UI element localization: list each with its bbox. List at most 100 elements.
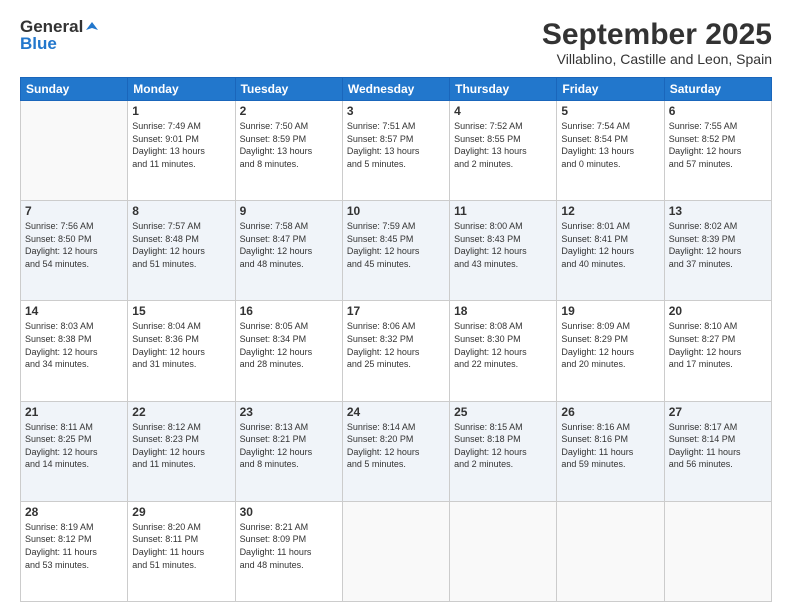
header: General Blue September 2025 Villablino, … — [20, 18, 772, 67]
calendar-cell: 7 Sunrise: 7:56 AM Sunset: 8:50 PM Daylig… — [21, 201, 128, 301]
weekday-header-friday: Friday — [557, 78, 664, 101]
day-number: 27 — [669, 405, 767, 419]
day-info: Sunrise: 7:51 AM Sunset: 8:57 PM Dayligh… — [347, 120, 445, 170]
day-info: Sunrise: 7:52 AM Sunset: 8:55 PM Dayligh… — [454, 120, 552, 170]
day-number: 24 — [347, 405, 445, 419]
day-info: Sunrise: 8:01 AM Sunset: 8:41 PM Dayligh… — [561, 220, 659, 270]
day-number: 23 — [240, 405, 338, 419]
calendar-cell: 20 Sunrise: 8:10 AM Sunset: 8:27 PM Dayli… — [664, 301, 771, 401]
calendar-cell: 18 Sunrise: 8:08 AM Sunset: 8:30 PM Dayli… — [450, 301, 557, 401]
day-info: Sunrise: 7:55 AM Sunset: 8:52 PM Dayligh… — [669, 120, 767, 170]
day-number: 8 — [132, 204, 230, 218]
calendar-cell — [21, 101, 128, 201]
day-number: 16 — [240, 304, 338, 318]
calendar-cell: 5 Sunrise: 7:54 AM Sunset: 8:54 PM Daylig… — [557, 101, 664, 201]
calendar-cell: 15 Sunrise: 8:04 AM Sunset: 8:36 PM Dayli… — [128, 301, 235, 401]
calendar-cell: 3 Sunrise: 7:51 AM Sunset: 8:57 PM Daylig… — [342, 101, 449, 201]
calendar-cell: 9 Sunrise: 7:58 AM Sunset: 8:47 PM Daylig… — [235, 201, 342, 301]
calendar-cell: 29 Sunrise: 8:20 AM Sunset: 8:11 PM Dayli… — [128, 501, 235, 601]
logo: General Blue — [20, 18, 99, 53]
calendar-cell — [342, 501, 449, 601]
calendar-cell: 30 Sunrise: 8:21 AM Sunset: 8:09 PM Dayli… — [235, 501, 342, 601]
weekday-header-sunday: Sunday — [21, 78, 128, 101]
day-info: Sunrise: 7:49 AM Sunset: 9:01 PM Dayligh… — [132, 120, 230, 170]
day-info: Sunrise: 8:13 AM Sunset: 8:21 PM Dayligh… — [240, 421, 338, 471]
calendar-cell: 27 Sunrise: 8:17 AM Sunset: 8:14 PM Dayli… — [664, 401, 771, 501]
day-number: 7 — [25, 204, 123, 218]
weekday-header-tuesday: Tuesday — [235, 78, 342, 101]
calendar-cell: 21 Sunrise: 8:11 AM Sunset: 8:25 PM Dayli… — [21, 401, 128, 501]
day-info: Sunrise: 7:58 AM Sunset: 8:47 PM Dayligh… — [240, 220, 338, 270]
day-number: 20 — [669, 304, 767, 318]
weekday-header-thursday: Thursday — [450, 78, 557, 101]
weekday-header-monday: Monday — [128, 78, 235, 101]
day-number: 19 — [561, 304, 659, 318]
day-info: Sunrise: 8:16 AM Sunset: 8:16 PM Dayligh… — [561, 421, 659, 471]
day-info: Sunrise: 7:50 AM Sunset: 8:59 PM Dayligh… — [240, 120, 338, 170]
day-info: Sunrise: 8:02 AM Sunset: 8:39 PM Dayligh… — [669, 220, 767, 270]
calendar-cell: 2 Sunrise: 7:50 AM Sunset: 8:59 PM Daylig… — [235, 101, 342, 201]
day-info: Sunrise: 7:56 AM Sunset: 8:50 PM Dayligh… — [25, 220, 123, 270]
calendar-cell: 6 Sunrise: 7:55 AM Sunset: 8:52 PM Daylig… — [664, 101, 771, 201]
weekday-header-saturday: Saturday — [664, 78, 771, 101]
calendar-cell: 12Sunrise: 8:01 AM Sunset: 8:41 PM Dayli… — [557, 201, 664, 301]
calendar-cell: 14 Sunrise: 8:03 AM Sunset: 8:38 PM Dayli… — [21, 301, 128, 401]
day-number: 28 — [25, 505, 123, 519]
calendar-cell: 13 Sunrise: 8:02 AM Sunset: 8:39 PM Dayli… — [664, 201, 771, 301]
day-info: Sunrise: 8:14 AM Sunset: 8:20 PM Dayligh… — [347, 421, 445, 471]
calendar-cell: 28 Sunrise: 8:19 AM Sunset: 8:12 PM Dayli… — [21, 501, 128, 601]
day-number: 30 — [240, 505, 338, 519]
calendar-cell: 11 Sunrise: 8:00 AM Sunset: 8:43 PM Dayli… — [450, 201, 557, 301]
logo-blue: Blue — [20, 35, 99, 54]
weekday-header-wednesday: Wednesday — [342, 78, 449, 101]
day-info: Sunrise: 7:59 AM Sunset: 8:45 PM Dayligh… — [347, 220, 445, 270]
day-number: 3 — [347, 104, 445, 118]
day-info: Sunrise: 8:08 AM Sunset: 8:30 PM Dayligh… — [454, 320, 552, 370]
calendar-cell: 10Sunrise: 7:59 AM Sunset: 8:45 PM Dayli… — [342, 201, 449, 301]
calendar-cell: 1 Sunrise: 7:49 AM Sunset: 9:01 PM Daylig… — [128, 101, 235, 201]
title-block: September 2025 Villablino, Castille and … — [542, 18, 772, 67]
calendar-cell — [450, 501, 557, 601]
day-info: Sunrise: 8:10 AM Sunset: 8:27 PM Dayligh… — [669, 320, 767, 370]
day-number: 14 — [25, 304, 123, 318]
day-number: 18 — [454, 304, 552, 318]
day-info: Sunrise: 8:04 AM Sunset: 8:36 PM Dayligh… — [132, 320, 230, 370]
day-number: 2 — [240, 104, 338, 118]
day-info: Sunrise: 8:12 AM Sunset: 8:23 PM Dayligh… — [132, 421, 230, 471]
day-number: 26 — [561, 405, 659, 419]
day-number: 21 — [25, 405, 123, 419]
day-info: Sunrise: 8:17 AM Sunset: 8:14 PM Dayligh… — [669, 421, 767, 471]
day-number: 1 — [132, 104, 230, 118]
calendar: SundayMondayTuesdayWednesdayThursdayFrid… — [20, 77, 772, 602]
calendar-cell: 17 Sunrise: 8:06 AM Sunset: 8:32 PM Dayli… — [342, 301, 449, 401]
day-number: 17 — [347, 304, 445, 318]
day-info: Sunrise: 8:21 AM Sunset: 8:09 PM Dayligh… — [240, 521, 338, 571]
day-number: 29 — [132, 505, 230, 519]
calendar-cell: 25 Sunrise: 8:15 AM Sunset: 8:18 PM Dayli… — [450, 401, 557, 501]
calendar-cell: 4Sunrise: 7:52 AM Sunset: 8:55 PM Daylig… — [450, 101, 557, 201]
calendar-cell: 8Sunrise: 7:57 AM Sunset: 8:48 PM Daylig… — [128, 201, 235, 301]
day-info: Sunrise: 8:20 AM Sunset: 8:11 PM Dayligh… — [132, 521, 230, 571]
day-info: Sunrise: 8:11 AM Sunset: 8:25 PM Dayligh… — [25, 421, 123, 471]
day-number: 22 — [132, 405, 230, 419]
day-number: 11 — [454, 204, 552, 218]
day-info: Sunrise: 8:06 AM Sunset: 8:32 PM Dayligh… — [347, 320, 445, 370]
day-info: Sunrise: 8:00 AM Sunset: 8:43 PM Dayligh… — [454, 220, 552, 270]
calendar-cell — [557, 501, 664, 601]
day-number: 13 — [669, 204, 767, 218]
day-info: Sunrise: 8:19 AM Sunset: 8:12 PM Dayligh… — [25, 521, 123, 571]
day-info: Sunrise: 7:54 AM Sunset: 8:54 PM Dayligh… — [561, 120, 659, 170]
day-number: 9 — [240, 204, 338, 218]
main-title: September 2025 — [542, 18, 772, 51]
day-info: Sunrise: 8:05 AM Sunset: 8:34 PM Dayligh… — [240, 320, 338, 370]
day-info: Sunrise: 8:15 AM Sunset: 8:18 PM Dayligh… — [454, 421, 552, 471]
day-number: 5 — [561, 104, 659, 118]
calendar-cell: 26 Sunrise: 8:16 AM Sunset: 8:16 PM Dayli… — [557, 401, 664, 501]
day-number: 25 — [454, 405, 552, 419]
calendar-cell: 22 Sunrise: 8:12 AM Sunset: 8:23 PM Dayli… — [128, 401, 235, 501]
calendar-cell: 16 Sunrise: 8:05 AM Sunset: 8:34 PM Dayli… — [235, 301, 342, 401]
day-info: Sunrise: 8:03 AM Sunset: 8:38 PM Dayligh… — [25, 320, 123, 370]
subtitle: Villablino, Castille and Leon, Spain — [542, 51, 772, 67]
day-number: 15 — [132, 304, 230, 318]
day-number: 6 — [669, 104, 767, 118]
